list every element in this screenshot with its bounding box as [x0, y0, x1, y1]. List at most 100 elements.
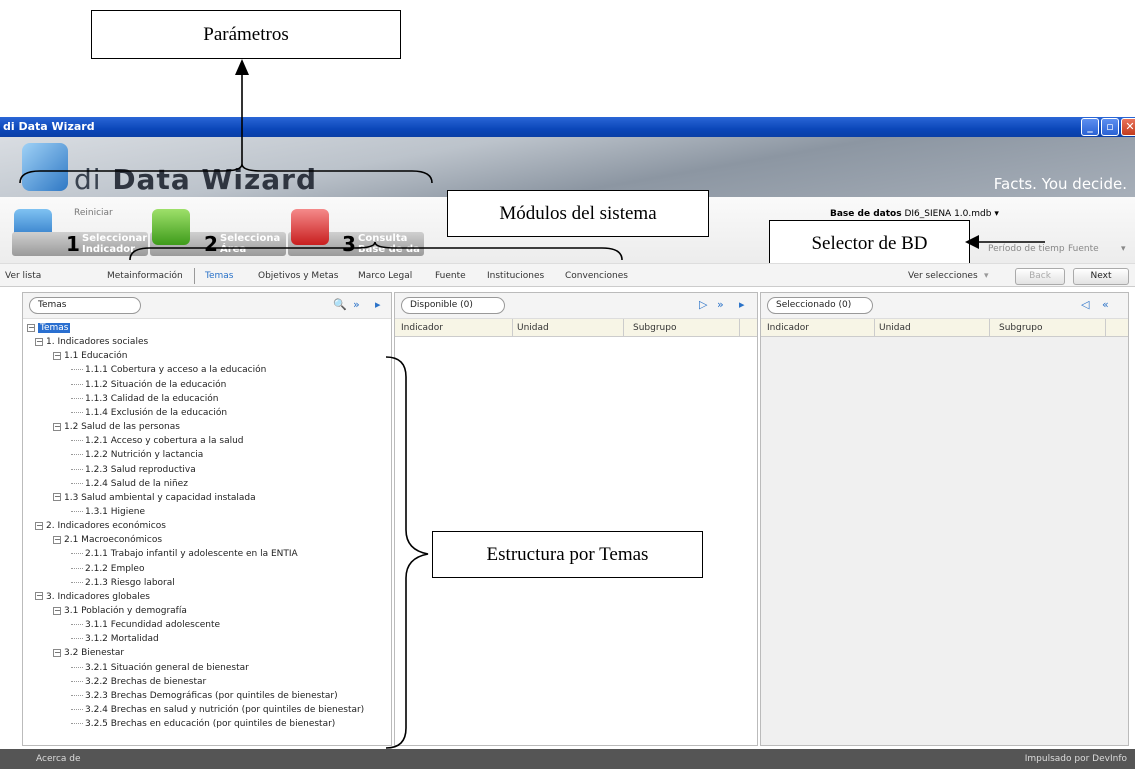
- reiniciar-link[interactable]: Reiniciar: [74, 208, 113, 218]
- tab-convenciones[interactable]: Convenciones: [565, 271, 628, 281]
- callout-selector-bd: Selector de BD: [769, 220, 970, 267]
- tree-leaf[interactable]: 3.2.1 Situación general de bienestar: [71, 661, 249, 675]
- tree-leaf[interactable]: 2.1.3 Riesgo laboral: [71, 576, 175, 590]
- grid-table-icon[interactable]: [291, 209, 329, 245]
- tree-leaf[interactable]: 3.2.5 Brechas en educación (por quintile…: [71, 717, 335, 731]
- tree-label: 3.1 Población y demografía: [64, 606, 187, 616]
- callout-modulos: Módulos del sistema: [447, 190, 709, 237]
- periodo-filter[interactable]: Período de tiemp: [988, 244, 1065, 254]
- ver-selecciones-dropdown[interactable]: Ver selecciones: [908, 271, 978, 281]
- tree-leaf[interactable]: 3.2.4 Brechas en salud y nutrición (por …: [71, 703, 364, 717]
- tab-fuente[interactable]: Fuente: [435, 271, 466, 281]
- chevron-down-icon[interactable]: ▾: [994, 209, 999, 219]
- collapse-toggle-icon[interactable]: −: [53, 493, 61, 502]
- window-titlebar[interactable]: di Data Wizard _ ▫ ✕: [0, 117, 1135, 137]
- collapse-toggle-icon[interactable]: −: [35, 521, 43, 530]
- tree-node[interactable]: −2. Indicadores económicos: [35, 519, 166, 533]
- collapse-toggle-icon[interactable]: −: [53, 351, 61, 360]
- tab-marco-legal[interactable]: Marco Legal: [358, 271, 412, 281]
- column-unidad[interactable]: Unidad: [879, 323, 911, 333]
- tree-connector: [71, 482, 83, 484]
- tree-leaf[interactable]: 3.1.1 Fecundidad adolescente: [71, 618, 220, 632]
- tree-label: 3.2.3 Brechas Demográficas (por quintile…: [85, 690, 338, 701]
- move-right-icon[interactable]: ▷: [699, 298, 707, 311]
- tree-label: 1.1.2 Situación de la educación: [85, 379, 227, 390]
- close-icon[interactable]: ✕: [1121, 118, 1135, 136]
- move-all-right-icon[interactable]: »: [353, 298, 360, 311]
- next-button[interactable]: Next: [1073, 268, 1129, 285]
- tree-leaf[interactable]: 1.2.3 Salud reproductiva: [71, 463, 196, 477]
- tree-node[interactable]: −3. Indicadores globales: [35, 590, 150, 604]
- tree-label: 3.2 Bienestar: [64, 648, 125, 659]
- module-seleccionar-indicador[interactable]: Seleccionar Indicador: [12, 232, 148, 256]
- fuente-filter[interactable]: Fuente: [1068, 244, 1099, 254]
- collapse-toggle-icon[interactable]: −: [53, 535, 61, 544]
- collapse-toggle-icon[interactable]: −: [53, 606, 61, 615]
- acerca-de-link[interactable]: Acerca de: [36, 754, 81, 764]
- tab-instituciones[interactable]: Instituciones: [487, 271, 544, 281]
- tree-node[interactable]: −1.1 Educación: [53, 349, 127, 363]
- collapse-toggle-icon[interactable]: −: [27, 323, 35, 332]
- move-left-icon[interactable]: ◁: [1081, 298, 1089, 311]
- column-indicador[interactable]: Indicador: [401, 323, 443, 333]
- tree-leaf[interactable]: 3.2.2 Brechas de bienestar: [71, 675, 206, 689]
- tab-ver-lista[interactable]: Ver lista: [5, 271, 41, 281]
- tree-label: 1.2.2 Nutrición y lactancia: [85, 450, 204, 461]
- tree-leaf[interactable]: 2.1.1 Trabajo infantil y adolescente en …: [71, 547, 298, 561]
- tree-leaf[interactable]: 1.2.1 Acceso y cobertura a la salud: [71, 434, 244, 448]
- database-selector[interactable]: Base de datos DI6_SIENA 1.0.mdb ▾: [830, 209, 999, 219]
- disponible-panel: Disponible (0) ▷ » ▸ Indicador Unidad Su…: [394, 292, 758, 746]
- tree-label: 1.3 Salud ambiental y capacidad instalad…: [64, 492, 256, 503]
- tree-label: 1.1 Educación: [64, 351, 128, 362]
- tree-connector: [71, 709, 83, 711]
- collapse-toggle-icon[interactable]: −: [53, 422, 61, 431]
- tree-connector: [71, 638, 83, 640]
- tree-leaf[interactable]: 1.1.3 Calidad de la educación: [71, 392, 218, 406]
- tree-leaf[interactable]: 2.1.2 Empleo: [71, 562, 144, 576]
- collapse-toggle-icon[interactable]: −: [35, 337, 43, 346]
- tree-leaf[interactable]: 1.2.4 Salud de la niñez: [71, 477, 188, 491]
- tree-label: 1. Indicadores sociales: [46, 337, 149, 348]
- maximize-icon[interactable]: ▫: [1101, 118, 1119, 136]
- tree-leaf[interactable]: 3.1.2 Mortalidad: [71, 632, 159, 646]
- column-subgrupo[interactable]: Subgrupo: [999, 323, 1042, 333]
- tree-leaf[interactable]: 1.1.1 Cobertura y acceso a la educación: [71, 363, 266, 377]
- tree-node[interactable]: −3.1 Población y demografía: [53, 604, 187, 618]
- collapse-toggle-icon[interactable]: −: [35, 592, 43, 601]
- tree-node[interactable]: −1. Indicadores sociales: [35, 335, 148, 349]
- temas-panel-header: Temas 🔍 » ▸: [23, 293, 391, 319]
- tree-node[interactable]: −1.3 Salud ambiental y capacidad instala…: [53, 491, 256, 505]
- tree-node[interactable]: −3.2 Bienestar: [53, 646, 124, 660]
- tree-label: 1.3.1 Higiene: [85, 506, 146, 517]
- back-button[interactable]: Back: [1015, 268, 1065, 285]
- tree-node[interactable]: −1.2 Salud de las personas: [53, 420, 180, 434]
- minimize-icon[interactable]: _: [1081, 118, 1099, 136]
- tree-leaf[interactable]: 1.1.2 Situación de la educación: [71, 378, 226, 392]
- chevron-down-icon[interactable]: ▾: [1121, 244, 1126, 254]
- callout-parametros: Parámetros: [91, 10, 401, 59]
- tab-temas[interactable]: Temas: [205, 271, 233, 281]
- tree-node[interactable]: − Temas: [27, 321, 71, 335]
- column-subgrupo[interactable]: Subgrupo: [633, 323, 676, 333]
- temas-panel: Temas 🔍 » ▸ − Temas −1. Indicadores social…: [22, 292, 392, 746]
- tree-leaf[interactable]: 3.2.3 Brechas Demográficas (por quintile…: [71, 689, 338, 703]
- tree-node[interactable]: −2.1 Macroeconómicos: [53, 533, 162, 547]
- chevron-down-icon[interactable]: ▾: [984, 271, 989, 281]
- move-right-icon[interactable]: ▸: [739, 298, 745, 311]
- tree-leaf[interactable]: 1.3.1 Higiene: [71, 505, 145, 519]
- seleccionado-label: Seleccionado (0): [767, 297, 873, 314]
- column-indicador[interactable]: Indicador: [767, 323, 809, 333]
- move-all-left-icon[interactable]: «: [1102, 298, 1109, 311]
- callout-estructura: Estructura por Temas: [432, 531, 703, 578]
- column-unidad[interactable]: Unidad: [517, 323, 549, 333]
- search-icon[interactable]: 🔍: [333, 298, 347, 311]
- collapse-toggle-icon[interactable]: −: [53, 648, 61, 657]
- tree-leaf[interactable]: 1.2.2 Nutrición y lactancia: [71, 448, 203, 462]
- tab-objetivos-y-metas[interactable]: Objetivos y Metas: [258, 271, 338, 281]
- temas-dropdown[interactable]: Temas: [29, 297, 141, 314]
- tree-leaf[interactable]: 1.1.4 Exclusión de la educación: [71, 406, 227, 420]
- move-right-icon[interactable]: ▸: [375, 298, 381, 311]
- move-all-right-icon[interactable]: »: [717, 298, 724, 311]
- globe-icon[interactable]: [152, 209, 190, 245]
- tab-metainformacion[interactable]: Metainformación: [107, 271, 183, 281]
